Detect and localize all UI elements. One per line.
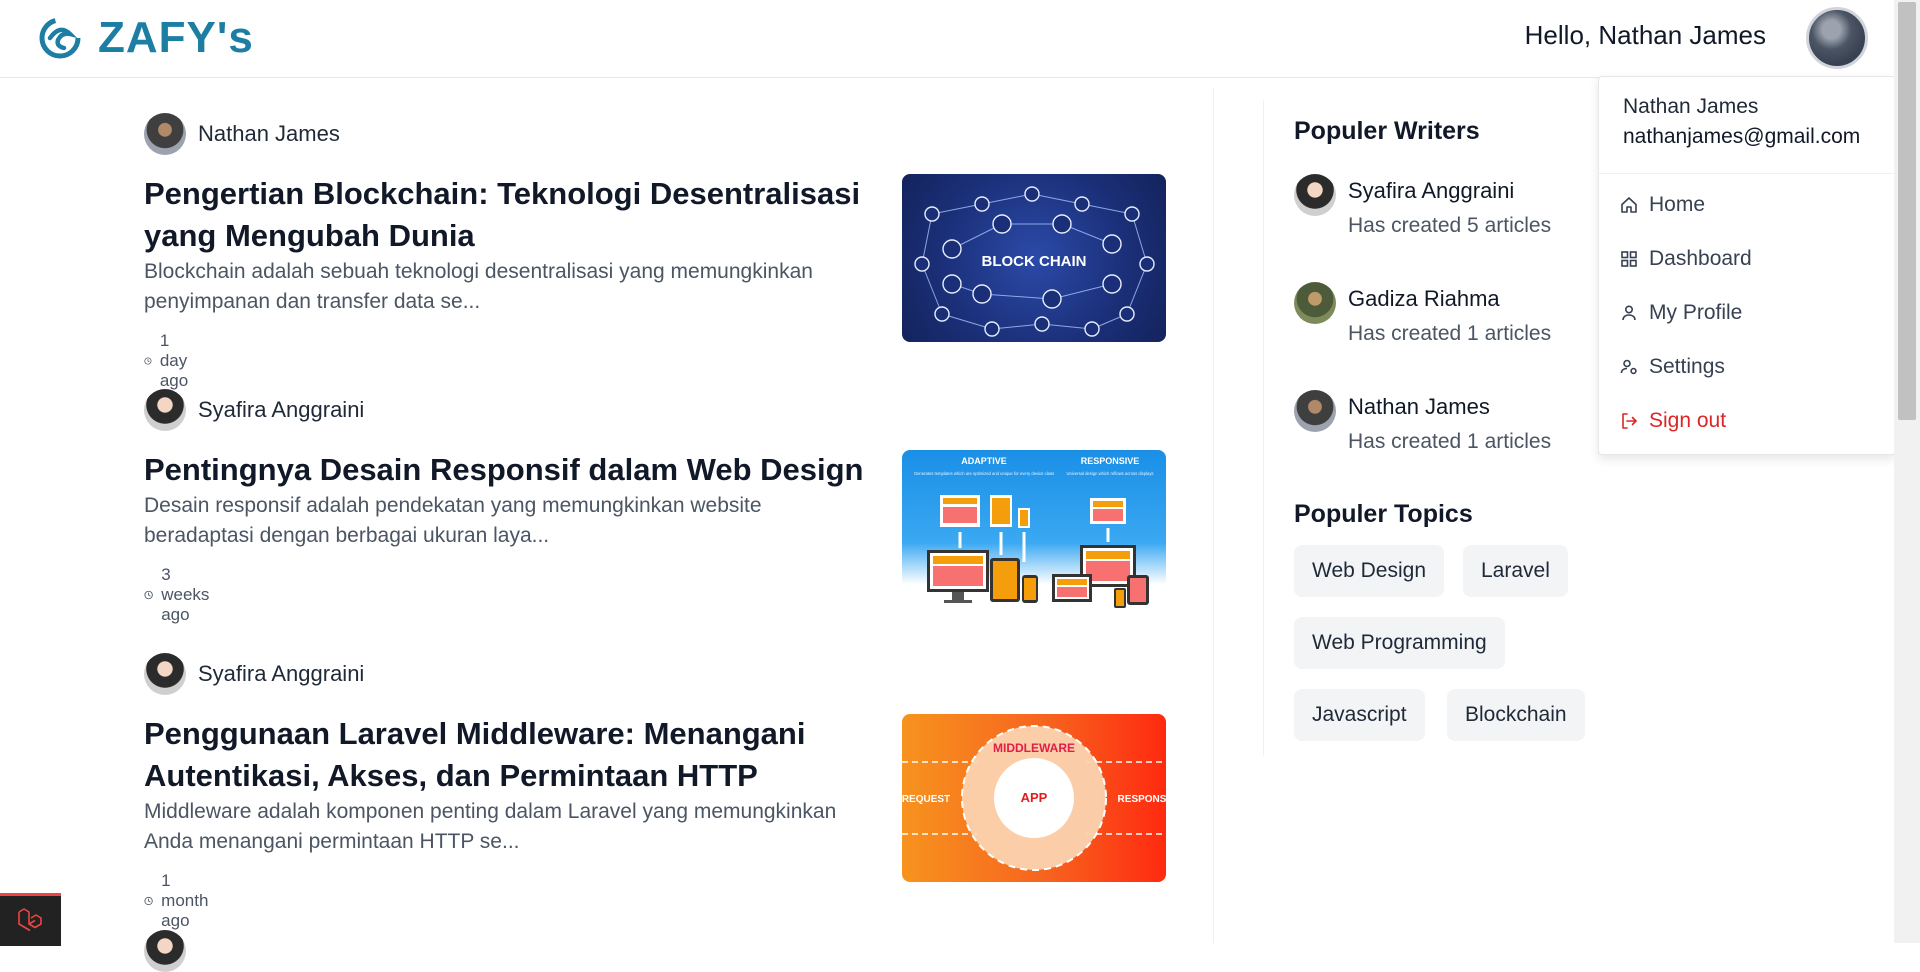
writer-item[interactable]: Nathan James Has created 1 articles [1294, 390, 1594, 462]
time-text: 1 month ago [161, 871, 209, 930]
clock-icon [144, 590, 153, 600]
scrollbar-thumb[interactable] [1898, 2, 1916, 420]
topic-chip-javascript[interactable]: Javascript [1294, 689, 1425, 741]
clock-icon [144, 896, 153, 906]
writer-avatar [1294, 174, 1336, 216]
content-divider [1213, 88, 1214, 943]
user-dropdown-menu: Nathan James nathanjames@gmail.com Home … [1598, 76, 1896, 455]
request-label: REQUEST [902, 794, 950, 805]
middleware-ring-label: MIDDLEWARE [993, 741, 1075, 755]
responsive-label: RESPONSIVE [1081, 456, 1140, 466]
writer-avatar [1294, 282, 1336, 324]
author-name: Syafira Anggraini [198, 397, 365, 422]
article-card[interactable]: Syafira Anggraini Penggunaan Laravel Mid… [144, 653, 1166, 930]
user-gear-icon [1620, 359, 1637, 375]
writer-article-count: Has created 5 articles [1348, 214, 1552, 237]
grid-icon [1621, 251, 1637, 267]
article-time: 1 day ago [144, 331, 196, 391]
article-excerpt: Blockchain adalah sebuah teknologi desen… [144, 260, 813, 313]
article-thumbnail[interactable]: BLOCK CHAIN [902, 174, 1166, 342]
article-card[interactable]: Syafira Anggraini Pentingnya Desain Resp… [144, 389, 1166, 624]
time-text: 1 day ago [159, 331, 189, 390]
article-author[interactable]: Syafira Anggraini [144, 389, 1166, 431]
menu-item-settings[interactable]: Settings [1619, 349, 1725, 385]
dropdown-user-email: nathanjames@gmail.com [1623, 125, 1861, 148]
topic-chip-laravel[interactable]: Laravel [1463, 545, 1568, 597]
adaptive-sublabel: Generates templates which are optimized … [914, 471, 1054, 476]
debugbar-toggle[interactable] [0, 893, 61, 946]
article-thumbnail[interactable]: ADAPTIVE RESPONSIVE Generates templates … [902, 450, 1166, 618]
topic-chip-web-programming[interactable]: Web Programming [1294, 617, 1505, 669]
writer-article-count: Has created 1 articles [1348, 430, 1552, 453]
clock-icon [144, 357, 152, 365]
author-avatar [144, 930, 186, 972]
menu-item-label: Settings [1649, 355, 1725, 378]
responsive-design-image: ADAPTIVE RESPONSIVE Generates templates … [914, 456, 1154, 608]
brand-logo[interactable]: ZAFY's [38, 13, 254, 63]
article-thumbnail[interactable]: MIDDLEWARE APP REQUEST RESPONS [902, 714, 1166, 882]
response-label: RESPONS [1118, 794, 1166, 805]
laravel-logo-icon [18, 908, 42, 932]
adaptive-label: ADAPTIVE [961, 456, 1007, 466]
article-title[interactable]: Pentingnya Desain Responsif dalam Web De… [144, 449, 864, 491]
author-avatar [144, 389, 186, 431]
writer-name: Syafira Anggraini [1348, 178, 1515, 203]
user-icon [1622, 305, 1636, 321]
author-name: Syafira Anggraini [198, 661, 365, 686]
article-title[interactable]: Penggunaan Laravel Middleware: Menangani… [144, 713, 864, 797]
blockchain-network-image: BLOCK CHAIN [914, 186, 1155, 337]
top-navbar: ZAFY's Hello, Nathan James [0, 0, 1894, 78]
app-label: APP [1021, 790, 1048, 805]
menu-item-label: Home [1649, 193, 1706, 216]
article-time: 1 month ago [144, 871, 215, 931]
time-text: 3 weeks ago [161, 565, 210, 624]
dropdown-divider [1599, 173, 1895, 174]
home-icon [1621, 197, 1637, 213]
greeting-text: Hello, Nathan James [1524, 20, 1766, 50]
writer-item[interactable]: Gadiza Riahma Has created 1 articles [1294, 282, 1594, 354]
dropdown-user-name: Nathan James [1623, 95, 1759, 118]
topic-chip-blockchain[interactable]: Blockchain [1447, 689, 1585, 741]
article-time: 3 weeks ago [144, 565, 216, 625]
author-avatar [144, 653, 186, 695]
sidebar-divider [1263, 100, 1264, 756]
popular-writers-title: Populer Writers [1294, 117, 1480, 145]
writer-article-count: Has created 1 articles [1348, 322, 1552, 345]
writer-name: Gadiza Riahma [1348, 286, 1500, 311]
sign-out-icon [1622, 413, 1637, 429]
article-excerpt: Middleware adalah komponen penting dalam… [144, 800, 837, 853]
article-author[interactable]: Nathan James [144, 113, 1166, 155]
writer-avatar [1294, 390, 1336, 432]
menu-item-label: My Profile [1649, 301, 1743, 324]
author-name: Nathan James [198, 121, 340, 146]
menu-item-label: Dashboard [1649, 247, 1752, 270]
page-scrollbar[interactable] [1894, 0, 1920, 943]
menu-item-label: Sign out [1649, 409, 1727, 432]
menu-item-my-profile[interactable]: My Profile [1619, 295, 1742, 331]
topic-chip-web-design[interactable]: Web Design [1294, 545, 1445, 597]
menu-item-home[interactable]: Home [1619, 187, 1705, 223]
responsive-sublabel: Universal design which reflows across di… [1066, 471, 1153, 476]
menu-item-dashboard[interactable]: Dashboard [1619, 241, 1752, 277]
user-avatar-button[interactable] [1806, 7, 1868, 69]
article-excerpt: Desain responsif adalah pendekatan yang … [144, 494, 762, 547]
writer-name: Nathan James [1348, 394, 1490, 419]
zafy-swirl-icon [39, 17, 81, 59]
brand-name: ZAFY's [98, 13, 254, 62]
menu-item-sign-out[interactable]: Sign out [1619, 403, 1726, 439]
writer-item[interactable]: Syafira Anggraini Has created 5 articles [1294, 174, 1594, 246]
author-avatar [144, 113, 186, 155]
article-author[interactable]: Syafira Anggraini [144, 653, 1166, 695]
article-card[interactable]: Nathan James Pengertian Blockchain: Tekn… [144, 113, 1166, 390]
thumbnail-caption: BLOCK CHAIN [982, 253, 1087, 270]
popular-topics-title: Populer Topics [1294, 500, 1473, 528]
article-title[interactable]: Pengertian Blockchain: Teknologi Desentr… [144, 173, 864, 257]
middleware-image: MIDDLEWARE APP REQUEST RESPONS [902, 725, 1166, 871]
